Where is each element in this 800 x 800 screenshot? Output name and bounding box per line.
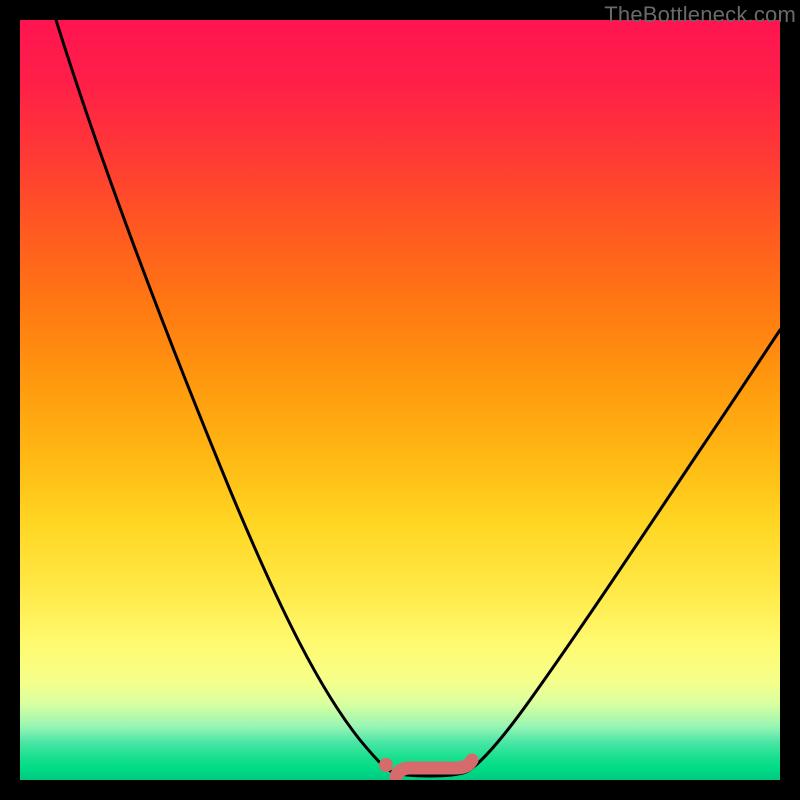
bottleneck-curve — [56, 20, 780, 776]
chart-frame — [20, 20, 780, 780]
chart-svg — [20, 20, 780, 780]
watermark-text: TheBottleneck.com — [604, 0, 800, 28]
flat-basin-segment-icon — [396, 760, 472, 776]
basin-markers — [379, 758, 472, 776]
curve-series — [56, 20, 780, 776]
flat-basin-dot-icon — [379, 758, 393, 772]
